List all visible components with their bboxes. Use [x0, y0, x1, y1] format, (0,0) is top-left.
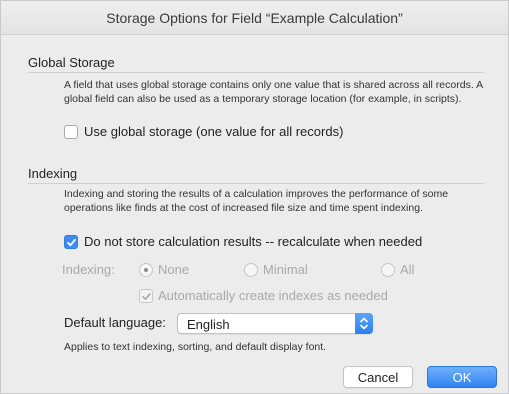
- global-storage-description: A field that uses global storage contain…: [64, 79, 483, 105]
- use-global-storage-checkbox[interactable]: [64, 125, 78, 139]
- default-language-select[interactable]: English: [177, 313, 373, 334]
- cancel-button[interactable]: Cancel: [343, 366, 413, 388]
- auto-index-label[interactable]: Automatically create indexes as needed: [158, 288, 388, 303]
- do-not-store-label[interactable]: Do not store calculation results -- reca…: [84, 234, 422, 249]
- indexing-minimal-radio[interactable]: [244, 263, 258, 277]
- use-global-storage-label[interactable]: Use global storage (one value for all re…: [84, 124, 343, 139]
- indexing-none-radio[interactable]: [139, 263, 153, 277]
- indexing-label: Indexing:: [62, 262, 115, 277]
- indexing-none-label[interactable]: None: [158, 262, 189, 277]
- language-note: Applies to text indexing, sorting, and d…: [64, 341, 327, 353]
- dialog-title: Storage Options for Field “Example Calcu…: [1, 1, 508, 35]
- storage-options-dialog: Storage Options for Field “Example Calcu…: [0, 0, 509, 394]
- auto-index-checkbox[interactable]: [139, 289, 153, 303]
- updown-chevron-icon: [355, 313, 373, 334]
- global-storage-heading: Global Storage: [28, 55, 115, 70]
- default-language-label: Default language:: [64, 315, 166, 330]
- global-storage-divider: [28, 72, 484, 73]
- ok-button[interactable]: OK: [427, 366, 497, 388]
- checkmark-icon: [142, 293, 151, 300]
- checkmark-icon: [67, 238, 76, 247]
- indexing-divider: [28, 183, 484, 184]
- do-not-store-checkbox[interactable]: [64, 235, 78, 249]
- default-language-value: English: [187, 317, 230, 332]
- indexing-all-label[interactable]: All: [400, 262, 414, 277]
- indexing-description: Indexing and storing the results of a ca…: [64, 188, 449, 214]
- indexing-all-radio[interactable]: [381, 263, 395, 277]
- indexing-heading: Indexing: [28, 166, 78, 181]
- indexing-minimal-label[interactable]: Minimal: [263, 262, 308, 277]
